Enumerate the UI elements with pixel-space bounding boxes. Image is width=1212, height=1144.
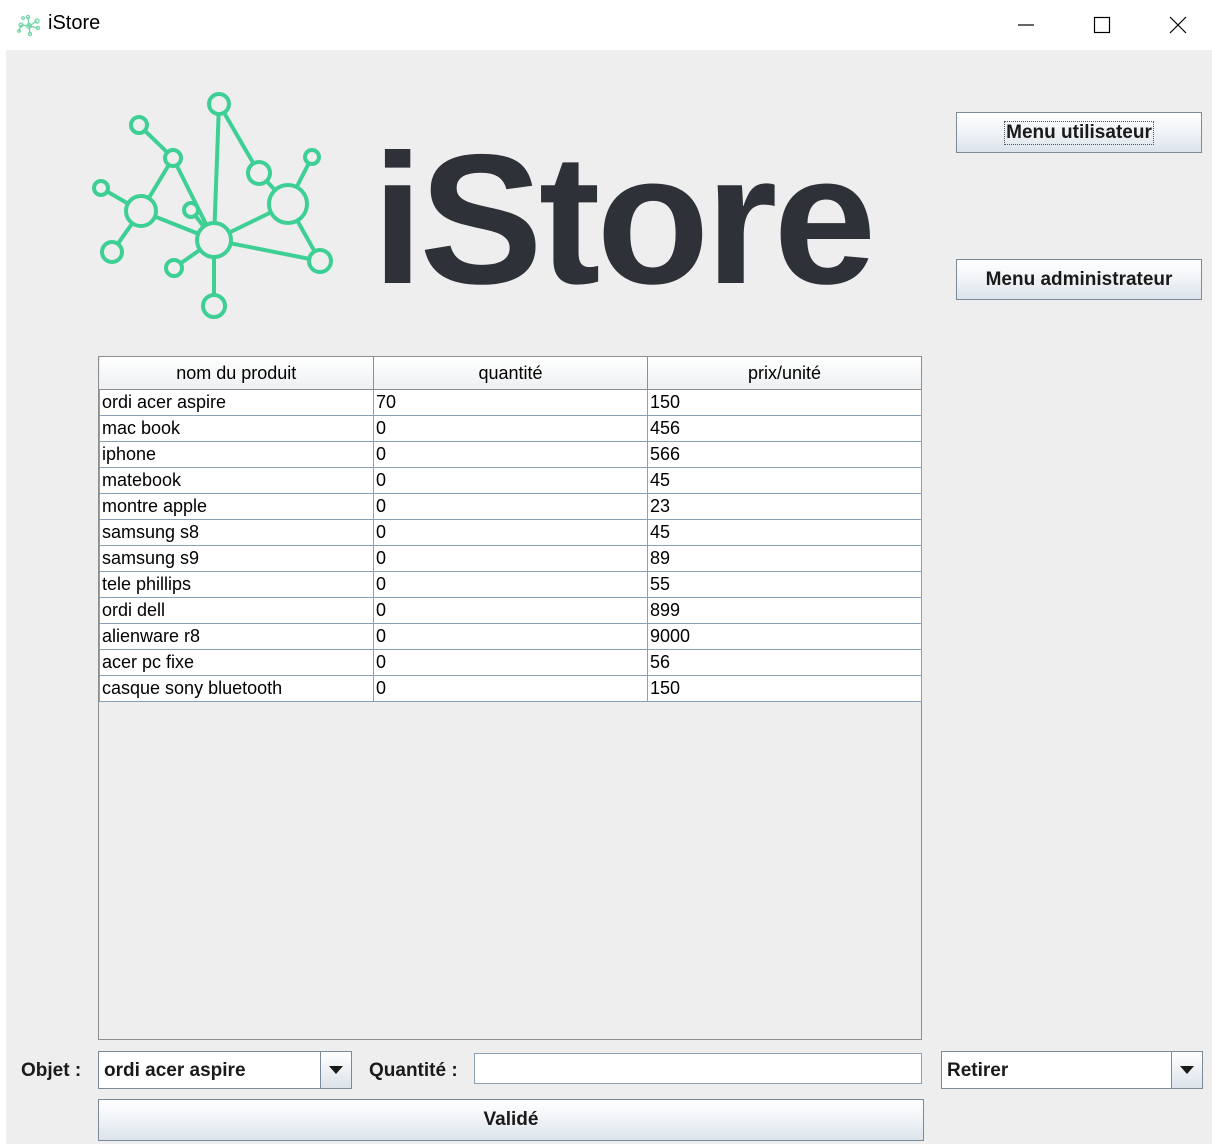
cell-unit-price[interactable]: 56 [647,649,922,676]
validate-button[interactable]: Validé [98,1099,924,1141]
user-menu-label: Menu utilisateur [1004,120,1154,145]
cell-product-name[interactable]: montre apple [99,493,374,520]
column-header-product-name[interactable]: nom du produit [99,357,374,390]
cell-unit-price[interactable]: 456 [647,415,922,442]
window-title: iStore [48,12,101,34]
istore-logo: iStore [92,90,892,330]
cell-unit-price[interactable]: 899 [647,597,922,624]
logo-wordmark: iStore [372,117,876,323]
cell-unit-price[interactable]: 9000 [647,623,922,650]
cell-unit-price[interactable]: 45 [647,467,922,494]
cell-product-name[interactable]: ordi dell [99,597,374,624]
minimize-icon [1018,24,1034,26]
cell-product-name[interactable]: iphone [99,441,374,468]
cell-quantity[interactable]: 0 [373,649,648,676]
cell-unit-price[interactable]: 45 [647,519,922,546]
cell-product-name[interactable]: tele phillips [99,571,374,598]
cell-quantity[interactable]: 0 [373,675,648,702]
action-select-value: Retirer [947,1060,1009,1081]
cell-product-name[interactable]: matebook [99,467,374,494]
cell-unit-price[interactable]: 566 [647,441,922,468]
main-panel: iStore Menu utilisateur Menu administrat… [6,50,1212,1144]
minimize-button[interactable] [988,0,1064,50]
close-button[interactable] [1140,0,1212,50]
cell-unit-price[interactable]: 150 [647,675,922,702]
column-header-unit-price[interactable]: prix/unité [647,357,922,390]
table-row[interactable]: matebook 0 45 [99,467,922,494]
table-header-row: nom du produit quantité prix/unité [99,357,922,390]
products-table-scrollpane[interactable]: nom du produit quantité prix/unité ordi … [98,356,922,1040]
object-select-value: ordi acer aspire [104,1060,246,1081]
cell-quantity[interactable]: 0 [373,571,648,598]
action-select[interactable]: Retirer [941,1051,1203,1089]
cell-unit-price[interactable]: 55 [647,571,922,598]
table-row[interactable]: samsung s9 0 89 [99,545,922,572]
cell-product-name[interactable]: samsung s9 [99,545,374,572]
cell-quantity[interactable]: 0 [373,519,648,546]
cell-unit-price[interactable]: 89 [647,545,922,572]
cell-product-name[interactable]: mac book [99,415,374,442]
maximize-icon [1093,16,1111,34]
cell-product-name[interactable]: alienware r8 [99,623,374,650]
cell-unit-price[interactable]: 23 [647,493,922,520]
admin-menu-button[interactable]: Menu administrateur [956,259,1202,300]
cell-quantity[interactable]: 0 [373,493,648,520]
cell-product-name[interactable]: acer pc fixe [99,649,374,676]
table-row[interactable]: acer pc fixe 0 56 [99,649,922,676]
cell-quantity[interactable]: 70 [373,389,648,416]
object-select[interactable]: ordi acer aspire [98,1051,352,1089]
title-bar: iStore [0,0,1212,50]
cell-quantity[interactable]: 0 [373,467,648,494]
action-select-dropdown-button[interactable] [1171,1052,1202,1088]
cell-unit-price[interactable]: 150 [647,389,922,416]
app-logo-icon [16,13,42,37]
table-row[interactable]: casque sony bluetooth 0 150 [99,675,922,702]
maximize-button[interactable] [1064,0,1140,50]
products-table[interactable]: nom du produit quantité prix/unité ordi … [99,357,922,702]
validate-label: Validé [483,1109,539,1130]
triangle-down-icon [1180,1066,1194,1074]
cell-quantity[interactable]: 0 [373,623,648,650]
cell-product-name[interactable]: ordi acer aspire [99,389,374,416]
cell-product-name[interactable]: casque sony bluetooth [99,675,374,702]
cell-product-name[interactable]: samsung s8 [99,519,374,546]
quantity-input[interactable] [474,1053,922,1084]
cell-quantity[interactable]: 0 [373,441,648,468]
table-row[interactable]: alienware r8 0 9000 [99,623,922,650]
admin-menu-label: Menu administrateur [985,268,1173,290]
table-row[interactable]: montre apple 0 23 [99,493,922,520]
table-row[interactable]: ordi acer aspire 70 150 [99,389,922,416]
table-row[interactable]: mac book 0 456 [99,415,922,442]
column-header-quantity[interactable]: quantité [373,357,648,390]
cell-quantity[interactable]: 0 [373,545,648,572]
triangle-down-icon [329,1066,343,1074]
molecule-network-icon [92,92,333,319]
quantity-label: Quantité : [369,1060,458,1081]
cell-quantity[interactable]: 0 [373,597,648,624]
table-row[interactable]: ordi dell 0 899 [99,597,922,624]
object-select-dropdown-button[interactable] [320,1052,351,1088]
object-label: Objet : [21,1060,82,1081]
table-row[interactable]: samsung s8 0 45 [99,519,922,546]
close-icon [1169,16,1187,34]
cell-quantity[interactable]: 0 [373,415,648,442]
table-row[interactable]: iphone 0 566 [99,441,922,468]
user-menu-button[interactable]: Menu utilisateur [956,112,1202,153]
table-row[interactable]: tele phillips 0 55 [99,571,922,598]
